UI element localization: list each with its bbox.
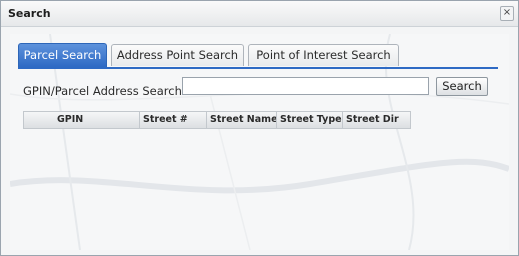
column-header-street-type[interactable]: Street Type: [277, 112, 343, 128]
column-header-gpin[interactable]: GPIN: [24, 112, 140, 128]
search-dialog: Search × Parcel Search Address Point Sea…: [0, 0, 519, 256]
dialog-body: Parcel Search Address Point Search Point…: [10, 34, 509, 250]
gpin-search-label: GPIN/Parcel Address Search:: [23, 84, 186, 98]
column-header-street-number[interactable]: Street #: [140, 112, 207, 128]
dialog-title: Search: [8, 7, 51, 20]
column-header-street-dir[interactable]: Street Dir: [343, 112, 410, 128]
gpin-search-input[interactable]: [182, 77, 429, 95]
results-grid-header: GPIN Street # Street Name Street Type St…: [23, 111, 411, 129]
tab-parcel-search[interactable]: Parcel Search: [18, 43, 107, 67]
results-grid: GPIN Street # Street Name Street Type St…: [23, 111, 411, 133]
dialog-titlebar[interactable]: Search ×: [1, 1, 518, 27]
close-icon[interactable]: ×: [500, 6, 514, 21]
column-header-street-name[interactable]: Street Name: [207, 112, 277, 128]
search-button[interactable]: Search: [436, 77, 488, 96]
tab-point-of-interest-search[interactable]: Point of Interest Search: [248, 44, 399, 66]
tab-underline: [18, 67, 498, 69]
tab-address-point-search[interactable]: Address Point Search: [111, 44, 244, 66]
